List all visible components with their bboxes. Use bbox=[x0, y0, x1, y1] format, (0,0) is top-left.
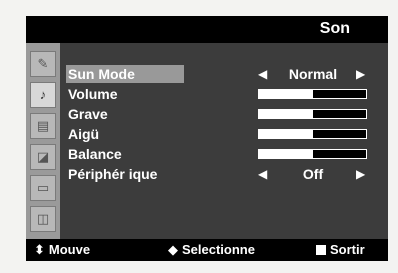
title-bar: Son bbox=[26, 16, 388, 43]
left-arrow-icon[interactable]: ◀ bbox=[258, 65, 267, 83]
peripheral-value: Off bbox=[302, 166, 324, 182]
footer-exit[interactable]: Sortir bbox=[316, 242, 365, 257]
sound-menu: Son ✎ ♪ ▤ ◪ ▭ ◫ Sun Mode ◀ Normal ▶ Volu… bbox=[26, 16, 388, 261]
menu-row-sound-mode[interactable]: Sun Mode ◀ Normal ▶ bbox=[60, 65, 388, 85]
exit-label: Sortir bbox=[330, 242, 365, 257]
channel-icon[interactable]: ▤ bbox=[30, 113, 56, 139]
footer-move: ⬍ Mouve bbox=[34, 242, 90, 258]
menu-row-treble[interactable]: Aigü bbox=[60, 125, 388, 145]
menu-row-volume[interactable]: Volume bbox=[60, 85, 388, 105]
sound-mode-label: Sun Mode bbox=[66, 65, 184, 83]
volume-label: Volume bbox=[68, 86, 118, 102]
footer-bar: ⬍ Mouve ◆ Selectionne Sortir bbox=[26, 239, 388, 261]
sound-mode-value: Normal bbox=[288, 66, 338, 82]
menu-items: Sun Mode ◀ Normal ▶ Volume Grave Aigü Ba… bbox=[60, 43, 388, 239]
function-icon[interactable]: ◫ bbox=[30, 206, 56, 232]
menu-button-icon bbox=[316, 245, 326, 255]
bass-slider-fill bbox=[259, 110, 313, 118]
menu-row-balance[interactable]: Balance bbox=[60, 145, 388, 165]
bass-label: Grave bbox=[68, 106, 108, 122]
treble-slider-fill bbox=[259, 130, 313, 138]
treble-slider[interactable] bbox=[258, 129, 367, 139]
treble-label: Aigü bbox=[68, 126, 100, 142]
sound-icon[interactable]: ♪ bbox=[30, 82, 56, 108]
move-label: Mouve bbox=[48, 242, 91, 257]
sidebar: ✎ ♪ ▤ ◪ ▭ ◫ bbox=[26, 43, 60, 239]
menu-row-bass[interactable]: Grave bbox=[60, 105, 388, 125]
left-right-arrows-icon: ◆ bbox=[168, 242, 178, 257]
input-icon[interactable]: ▭ bbox=[30, 175, 56, 201]
volume-slider[interactable] bbox=[258, 89, 367, 99]
balance-label: Balance bbox=[68, 146, 122, 162]
left-arrow-icon[interactable]: ◀ bbox=[258, 165, 267, 183]
right-arrow-icon[interactable]: ▶ bbox=[356, 165, 365, 183]
bass-slider[interactable] bbox=[258, 109, 367, 119]
footer-select: ◆ Selectionne bbox=[168, 242, 255, 258]
select-label: Selectionne bbox=[182, 242, 255, 257]
peripheral-label: Périphér ique bbox=[68, 166, 158, 182]
balance-slider[interactable] bbox=[258, 149, 367, 159]
volume-slider-fill bbox=[259, 90, 313, 98]
setup-icon[interactable]: ◪ bbox=[30, 144, 56, 170]
right-arrow-icon[interactable]: ▶ bbox=[356, 65, 365, 83]
up-down-arrows-icon: ⬍ bbox=[34, 242, 45, 257]
menu-title: Son bbox=[319, 20, 350, 37]
menu-row-peripheral[interactable]: Périphér ique ◀ Off ▶ bbox=[60, 165, 388, 185]
picture-icon[interactable]: ✎ bbox=[30, 51, 56, 77]
balance-slider-fill bbox=[259, 150, 313, 158]
